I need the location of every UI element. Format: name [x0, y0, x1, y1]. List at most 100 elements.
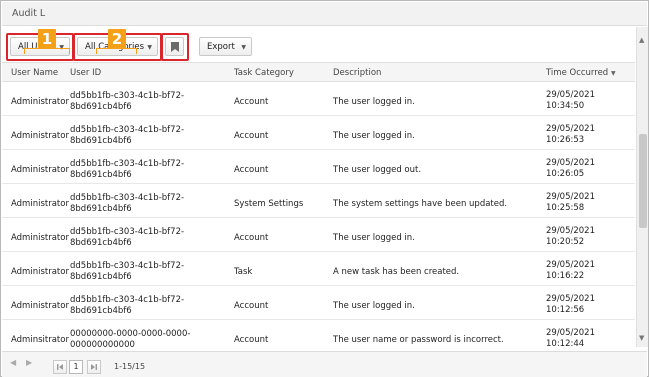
current-page-number[interactable]: 1 — [69, 360, 83, 374]
audit-log-window: Audit L All Users ▼ All Categories ▼ Exp… — [0, 0, 649, 377]
cell-user-id: dd5bb1fb-c303-4c1b-bf72- 8bd691cb4bf6 — [70, 91, 184, 113]
cell-user-name: Administrator — [11, 97, 69, 107]
scrollbar-thumb[interactable] — [639, 134, 647, 228]
cell-user-id: 00000000-0000-0000-0000- 000000000000 — [70, 329, 190, 348]
cell-user-id: dd5bb1fb-c303-4c1b-bf72- 8bd691cb4bf6 — [70, 193, 184, 215]
cell-user-name: Administrator — [11, 267, 69, 277]
cell-time-occurred: 29/05/2021 10:20:52 — [546, 226, 595, 248]
cell-description: The user logged in. — [333, 97, 415, 107]
cell-user-name: Administrator — [11, 233, 69, 243]
first-page-button[interactable] — [53, 360, 67, 374]
cell-date: 29/05/2021 — [546, 328, 595, 338]
column-header-user-id[interactable]: User ID — [70, 68, 101, 78]
cell-user-id-line2: 8bd691cb4bf6 — [70, 102, 132, 112]
column-header-description[interactable]: Description — [333, 68, 381, 78]
table-row[interactable]: Administrator dd5bb1fb-c303-4c1b-bf72- 8b… — [2, 150, 635, 184]
column-header-task-category[interactable]: Task Category — [234, 68, 294, 78]
cell-time-occurred: 29/05/2021 10:34:50 — [546, 90, 595, 112]
export-button[interactable]: Export ▼ — [199, 37, 252, 56]
cell-user-id-line1: dd5bb1fb-c303-4c1b-bf72- — [70, 227, 185, 237]
scroll-left-icon[interactable]: ◀ — [10, 358, 16, 367]
cell-task-category: Account — [234, 233, 269, 243]
cell-user-id: dd5bb1fb-c303-4c1b-bf72- 8bd691cb4bf6 — [70, 261, 184, 283]
cell-description: The user logged out. — [333, 165, 422, 175]
table-row[interactable]: Administrator dd5bb1fb-c303-4c1b-bf72- 8b… — [2, 286, 635, 320]
scroll-right-icon[interactable]: ▶ — [26, 358, 32, 367]
cell-date: 29/05/2021 — [546, 124, 595, 134]
cell-time-occurred: 29/05/2021 10:26:05 — [546, 158, 595, 180]
cell-user-name: Adminsitrator — [11, 335, 69, 345]
cell-description: The user logged in. — [333, 301, 415, 311]
cell-user-name: Administrator — [11, 131, 69, 141]
callout-marker-1: 1 — [38, 29, 56, 49]
sort-descending-icon[interactable]: ▼ — [611, 70, 616, 77]
cell-task-category: Account — [234, 131, 269, 141]
cell-date: 29/05/2021 — [546, 90, 595, 100]
last-page-button[interactable] — [87, 360, 101, 374]
cell-user-id-line1: dd5bb1fb-c303-4c1b-bf72- — [70, 261, 185, 271]
table-row[interactable]: Administrator dd5bb1fb-c303-4c1b-bf72- 8b… — [2, 218, 635, 252]
cell-time: 10:26:53 — [546, 135, 585, 145]
table-row[interactable]: Administrator dd5bb1fb-c303-4c1b-bf72- 8b… — [2, 116, 635, 150]
cell-user-id-line2: 000000000000 — [70, 340, 135, 348]
cell-description: A new task has been created. — [333, 267, 460, 277]
scroll-down-icon[interactable]: ▼ — [639, 334, 644, 342]
cell-user-id-line2: 8bd691cb4bf6 — [70, 306, 132, 316]
column-header-time-occurred[interactable]: Time Occurred — [546, 68, 608, 78]
cell-user-id-line1: dd5bb1fb-c303-4c1b-bf72- — [70, 125, 185, 135]
cell-time-occurred: 29/05/2021 10:12:56 — [546, 294, 595, 316]
cell-user-id-line1: dd5bb1fb-c303-4c1b-bf72- — [70, 91, 185, 101]
cell-time: 10:26:05 — [546, 169, 585, 179]
toolbar: All Users ▼ All Categories ▼ Export ▼ 1 … — [2, 27, 647, 63]
chevron-down-icon: ▼ — [241, 44, 246, 51]
first-page-icon — [57, 364, 63, 370]
cell-description: The user name or password is incorrect. — [333, 335, 504, 345]
cell-date: 29/05/2021 — [546, 294, 595, 304]
cell-task-category: Task — [234, 267, 253, 277]
table-row[interactable]: Adminsitrator 00000000-0000-0000-0000- 00… — [2, 320, 635, 348]
cell-user-id: dd5bb1fb-c303-4c1b-bf72- 8bd691cb4bf6 — [70, 295, 184, 317]
cell-time: 10:20:52 — [546, 237, 585, 247]
table-row[interactable]: Administrator dd5bb1fb-c303-4c1b-bf72- 8b… — [2, 252, 635, 286]
cell-task-category: Account — [234, 165, 269, 175]
cell-time-occurred: 29/05/2021 10:26:53 — [546, 124, 595, 146]
table-header: User Name User ID Task Category Descript… — [2, 62, 635, 82]
cell-user-id-line2: 8bd691cb4bf6 — [70, 136, 132, 146]
cell-date: 29/05/2021 — [546, 260, 595, 270]
title-bar: Audit L — [2, 2, 647, 26]
cell-time: 10:12:44 — [546, 339, 585, 348]
cell-date: 29/05/2021 — [546, 158, 595, 168]
cell-task-category: Account — [234, 301, 269, 311]
cell-date: 29/05/2021 — [546, 192, 595, 202]
column-header-user-name[interactable]: User Name — [11, 68, 58, 78]
cell-user-id-line1: dd5bb1fb-c303-4c1b-bf72- — [70, 159, 185, 169]
cell-user-id-line2: 8bd691cb4bf6 — [70, 204, 132, 214]
cell-task-category: System Settings — [234, 199, 304, 209]
cell-user-id: dd5bb1fb-c303-4c1b-bf72- 8bd691cb4bf6 — [70, 159, 184, 181]
cell-time: 10:16:22 — [546, 271, 585, 281]
cell-description: The user logged in. — [333, 131, 415, 141]
cell-task-category: Account — [234, 97, 269, 107]
table-body: Administrator dd5bb1fb-c303-4c1b-bf72- 8b… — [2, 82, 635, 348]
vertical-scrollbar[interactable]: ▲ ▼ — [636, 27, 648, 347]
pagination-bar: ◀ ▶ 1 1-15/15 — [2, 351, 647, 377]
scroll-up-icon[interactable]: ▲ — [639, 36, 644, 44]
highlight-frame — [161, 33, 189, 61]
cell-time-occurred: 29/05/2021 10:25:58 — [546, 192, 595, 214]
table-row[interactable]: Administrator dd5bb1fb-c303-4c1b-bf72- 8b… — [2, 184, 635, 218]
cell-time: 10:34:50 — [546, 101, 585, 111]
cell-user-id-line2: 8bd691cb4bf6 — [70, 238, 132, 248]
export-label: Export — [207, 42, 235, 52]
cell-user-name: Administrator — [11, 199, 69, 209]
cell-user-id-line1: 00000000-0000-0000-0000- — [70, 329, 191, 339]
cell-user-id-line2: 8bd691cb4bf6 — [70, 170, 132, 180]
cell-task-category: Account — [234, 335, 269, 345]
cell-user-id: dd5bb1fb-c303-4c1b-bf72- 8bd691cb4bf6 — [70, 125, 184, 147]
cell-user-id-line1: dd5bb1fb-c303-4c1b-bf72- — [70, 295, 185, 305]
cell-user-id-line2: 8bd691cb4bf6 — [70, 272, 132, 282]
cell-time-occurred: 29/05/2021 10:12:44 — [546, 328, 595, 348]
last-page-icon — [91, 364, 97, 370]
table-row[interactable]: Administrator dd5bb1fb-c303-4c1b-bf72- 8b… — [2, 82, 635, 116]
cell-date: 29/05/2021 — [546, 226, 595, 236]
page-range-label: 1-15/15 — [114, 362, 146, 371]
